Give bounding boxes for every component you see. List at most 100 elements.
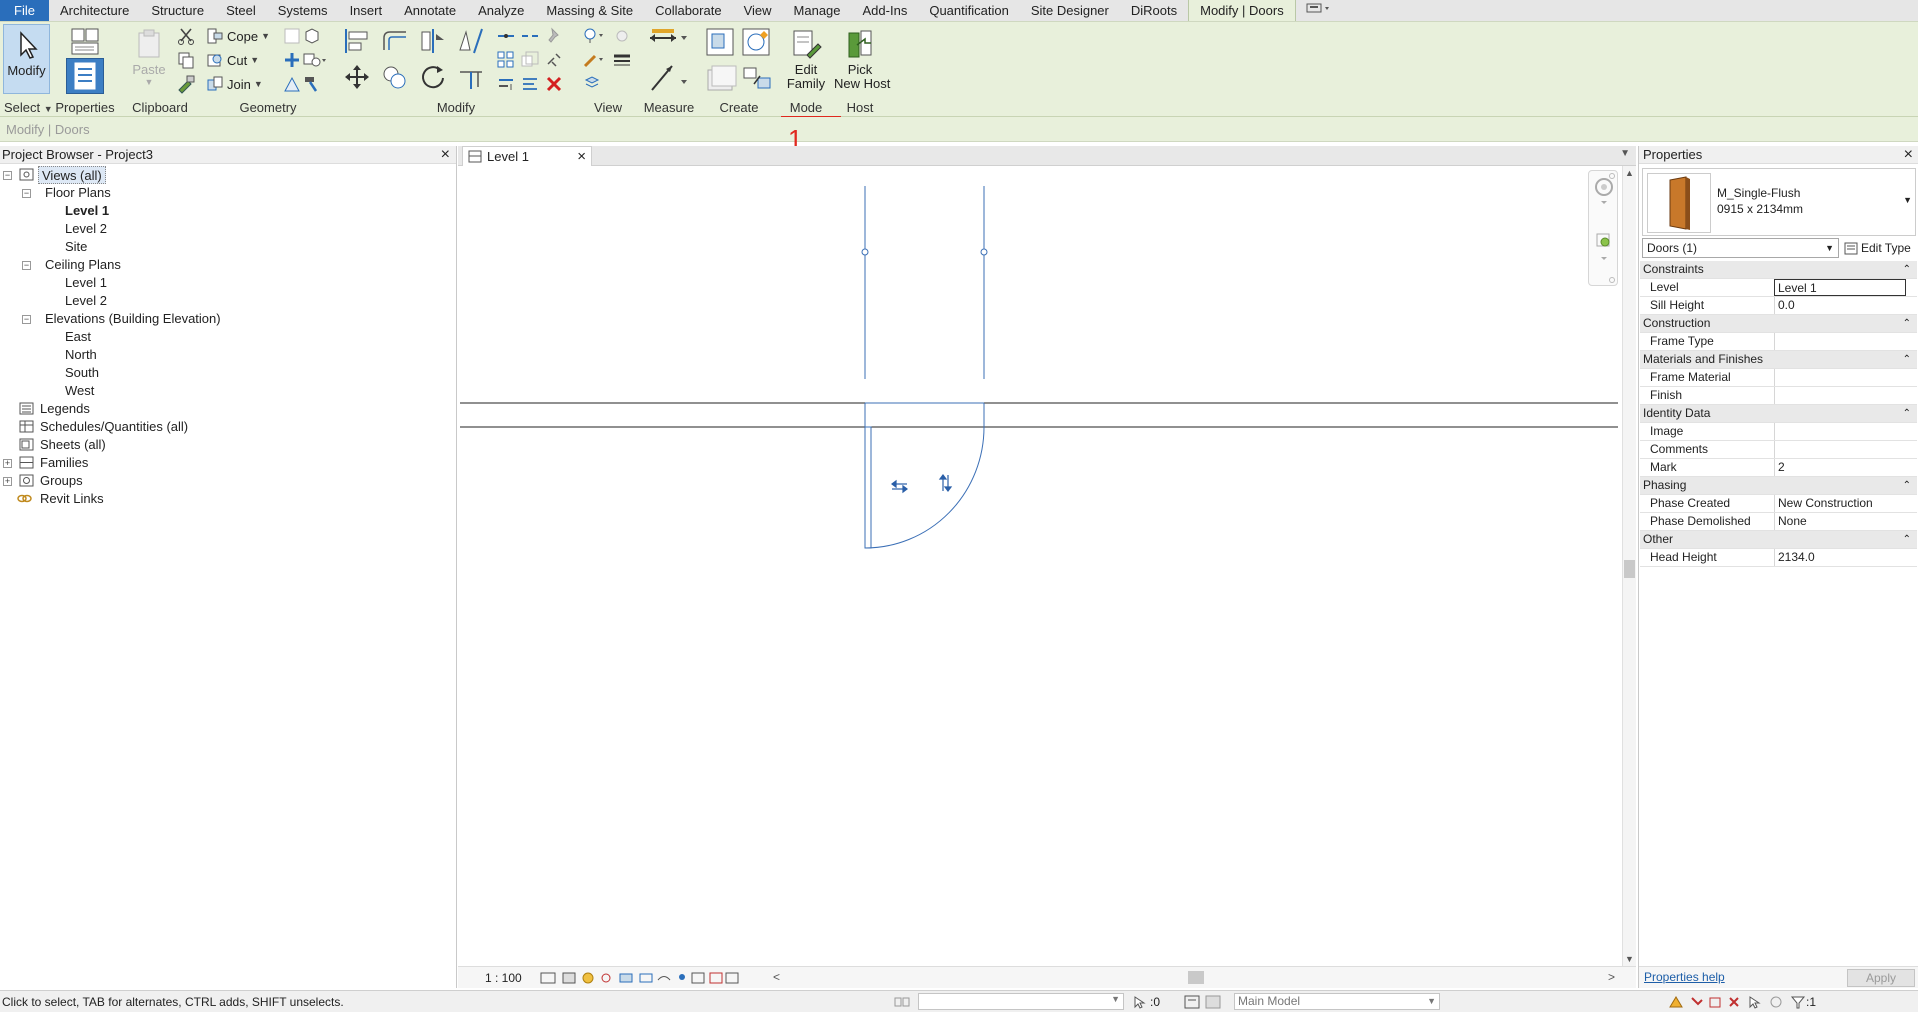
tree-item-elevations[interactable]: Elevations (Building Elevation): [45, 310, 221, 328]
select-filter-icon[interactable]: [1132, 995, 1148, 1009]
tree-item-families[interactable]: Families: [40, 454, 88, 472]
level-value-field[interactable]: Level 1: [1774, 279, 1906, 296]
cope-button[interactable]: Cope ▼: [206, 25, 270, 47]
design-options-icon[interactable]: [1184, 995, 1222, 1009]
collapse-icon[interactable]: ⌃: [1903, 405, 1911, 422]
property-row-comments[interactable]: Comments: [1640, 441, 1917, 459]
tree-item-floor-plans[interactable]: Floor Plans: [45, 184, 111, 202]
scroll-down-icon[interactable]: ▼: [1625, 954, 1634, 964]
collapse-icon[interactable]: ⌃: [1903, 315, 1911, 332]
flip-hand-icon[interactable]: [938, 474, 953, 492]
collapse-icon[interactable]: ⌃: [1903, 477, 1911, 494]
group-materials-finishes[interactable]: Materials and Finishes ⌃: [1640, 351, 1917, 369]
tab-diroots[interactable]: DiRoots: [1120, 0, 1188, 21]
paint-icon[interactable]: [302, 50, 326, 70]
override-graphics-icon[interactable]: [582, 26, 603, 46]
scroll-right-icon[interactable]: >: [1608, 970, 1615, 984]
tab-quantification[interactable]: Quantification: [918, 0, 1020, 21]
tab-annotate[interactable]: Annotate: [393, 0, 467, 21]
close-icon[interactable]: ×: [577, 147, 586, 166]
navbar-options-icon[interactable]: [1609, 277, 1615, 283]
tree-item-revit-links[interactable]: Revit Links: [40, 490, 104, 508]
scale-icon[interactable]: [520, 50, 540, 70]
property-row-finish[interactable]: Finish: [1640, 387, 1917, 405]
geometry-tool-icon[interactable]: [282, 26, 302, 46]
zoom-region-icon[interactable]: [1593, 231, 1615, 261]
group-constraints[interactable]: Constraints ⌃: [1640, 261, 1917, 279]
group-identity-data[interactable]: Identity Data ⌃: [1640, 405, 1917, 423]
tree-item-north[interactable]: North: [65, 346, 97, 364]
match-properties-icon[interactable]: [176, 74, 196, 94]
property-row-mark[interactable]: Mark 2: [1640, 459, 1917, 477]
measure-distance-icon[interactable]: [646, 26, 690, 50]
tab-steel[interactable]: Steel: [215, 0, 267, 21]
view-tabs-menu-icon[interactable]: ▼: [1620, 148, 1630, 159]
vertical-scroll-thumb[interactable]: [1624, 560, 1635, 578]
phase-demolished-field[interactable]: None: [1774, 513, 1906, 530]
dimension-icon[interactable]: [646, 60, 690, 94]
collapse-icon[interactable]: −: [22, 315, 31, 324]
tree-item-views-all[interactable]: Views (all): [38, 166, 106, 184]
tab-insert[interactable]: Insert: [339, 0, 394, 21]
property-row-level[interactable]: Level Level 1: [1640, 279, 1917, 297]
align-icon[interactable]: [342, 26, 372, 56]
finish-field[interactable]: [1774, 387, 1906, 404]
tab-manage[interactable]: Manage: [783, 0, 852, 21]
property-row-frame-type[interactable]: Frame Type: [1640, 333, 1917, 351]
tree-item-floor-site[interactable]: Site: [65, 238, 87, 256]
head-height-field[interactable]: 2134.0: [1774, 549, 1906, 566]
tree-item-floor-level-2[interactable]: Level 2: [65, 220, 107, 238]
steering-wheel-icon[interactable]: [1593, 175, 1615, 205]
collapse-icon[interactable]: ⌃: [1903, 531, 1911, 548]
group-phasing[interactable]: Phasing ⌃: [1640, 477, 1917, 495]
offset-icon[interactable]: [380, 26, 410, 56]
split-gap-icon[interactable]: [520, 26, 540, 46]
modify-button[interactable]: Modify: [3, 24, 50, 94]
sill-height-field[interactable]: 0.0: [1774, 297, 1906, 314]
align-dimension-icon[interactable]: [496, 74, 516, 94]
move-icon[interactable]: [342, 62, 372, 92]
properties-palette-icon[interactable]: [66, 58, 104, 94]
view-tab-level-1[interactable]: Level 1 ×: [462, 146, 592, 166]
line-weight-icon[interactable]: [612, 50, 632, 70]
tab-massing-site[interactable]: Massing & Site: [535, 0, 644, 21]
phase-created-field[interactable]: New Construction: [1774, 495, 1906, 512]
collapse-icon[interactable]: −: [22, 261, 31, 270]
tree-item-east[interactable]: East: [65, 328, 91, 346]
model-dropdown[interactable]: Main Model ▼: [1234, 993, 1440, 1010]
tree-item-schedules[interactable]: Schedules/Quantities (all): [40, 418, 188, 436]
collapse-icon[interactable]: ⌃: [1903, 351, 1911, 368]
view-control-icons[interactable]: [540, 971, 740, 985]
tree-item-west[interactable]: West: [65, 382, 94, 400]
comments-field[interactable]: [1774, 441, 1906, 458]
property-row-phase-created[interactable]: Phase Created New Construction: [1640, 495, 1917, 513]
workset-dropdown[interactable]: ▼: [918, 993, 1124, 1010]
tree-item-sheets[interactable]: Sheets (all): [40, 436, 106, 454]
edit-type-button[interactable]: Edit Type: [1843, 238, 1911, 258]
close-icon[interactable]: ×: [1904, 146, 1913, 164]
tree-item-ceiling-level-2[interactable]: Level 2: [65, 292, 107, 310]
type-selector[interactable]: M_Single-Flush 0915 x 2134mm ▼: [1642, 168, 1916, 236]
demolish-icon[interactable]: [282, 74, 302, 94]
tab-structure[interactable]: Structure: [140, 0, 215, 21]
expand-icon[interactable]: +: [3, 459, 12, 468]
array-icon[interactable]: [496, 50, 516, 70]
horizontal-scroll-thumb[interactable]: [1188, 971, 1204, 984]
mirror-pick-axis-icon[interactable]: [418, 26, 448, 56]
worksets-icon[interactable]: [893, 995, 911, 1009]
unpin-icon[interactable]: [544, 50, 564, 70]
plan-view-canvas[interactable]: [458, 166, 1622, 966]
group-construction[interactable]: Construction ⌃: [1640, 315, 1917, 333]
property-row-phase-demolished[interactable]: Phase Demolished None: [1640, 513, 1917, 531]
apply-button[interactable]: Apply: [1847, 969, 1915, 987]
tree-item-legends[interactable]: Legends: [40, 400, 90, 418]
paste-button[interactable]: Paste ▼: [126, 24, 172, 94]
collapse-icon[interactable]: −: [22, 189, 31, 198]
hammer-icon[interactable]: [302, 74, 322, 94]
tree-item-groups[interactable]: Groups: [40, 472, 83, 490]
tab-site-designer[interactable]: Site Designer: [1020, 0, 1120, 21]
cut-scissors-icon[interactable]: [176, 26, 196, 46]
vertical-scrollbar[interactable]: ▲ ▼: [1622, 166, 1636, 966]
flip-facing-icon[interactable]: [891, 479, 908, 494]
tree-item-south[interactable]: South: [65, 364, 99, 382]
